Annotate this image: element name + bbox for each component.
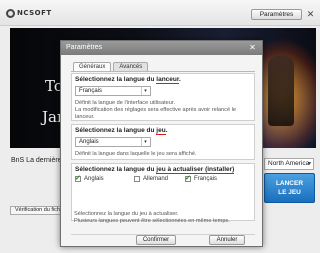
tab-general[interactable]: Généraux <box>73 62 112 71</box>
checkbox-label: Français <box>194 176 218 182</box>
ncsoft-logo: NCSOFT <box>6 8 52 18</box>
checkbox-french-box[interactable] <box>185 174 191 182</box>
checkbox-french[interactable]: Français <box>185 174 218 182</box>
desc-line: Définit la langue de l'interface utilisa… <box>75 100 175 106</box>
cancel-button[interactable]: Annuler <box>209 235 245 245</box>
desc-line: lanceur. <box>75 114 95 120</box>
launch-label-line1: LANCER <box>275 180 304 187</box>
launcher-language-select[interactable]: Français ▾ <box>75 86 151 96</box>
confirm-button[interactable]: Confirmer <box>136 235 176 245</box>
update-language-desc: Sélectionnez la langue du jeu à actualis… <box>74 211 259 225</box>
heading-highlight: lanceur <box>156 76 180 84</box>
launch-label-line2: LE JEU <box>278 189 301 196</box>
launcher-language-value: Français <box>79 88 103 94</box>
tab-advanced[interactable]: Avancés <box>113 62 149 71</box>
heading-suffix: . <box>165 127 168 134</box>
settings-button[interactable]: Paramètres <box>251 9 302 20</box>
tab-divider <box>71 71 255 72</box>
game-language-desc: Définit la langue dans laquelle le jeu s… <box>75 151 197 157</box>
dialog-title: Paramètres <box>61 41 262 55</box>
logo-mark-icon <box>6 8 15 18</box>
heading-highlight: (installer) <box>205 166 235 174</box>
logo-text: NCSOFT <box>17 9 52 17</box>
checkbox-german-box[interactable] <box>134 176 140 182</box>
dialog-close-icon[interactable]: ✕ <box>247 43 258 53</box>
launcher-language-section: Sélectionnez la langue du lanceur. Franç… <box>71 73 255 121</box>
game-language-heading: Sélectionnez la langue du jeu. <box>75 127 168 135</box>
game-language-value: Anglais <box>79 139 99 145</box>
desc-line: Plusieurs langues peuvent être sélection… <box>74 218 230 224</box>
game-language-section: Sélectionnez la langue du jeu. Anglais ▾… <box>71 124 255 160</box>
desc-line: Sélectionnez la langue du jeu à actualis… <box>74 211 179 217</box>
checkbox-label: Anglais <box>84 176 104 182</box>
chevron-down-icon: ▾ <box>141 87 149 95</box>
region-value: North America <box>268 160 310 167</box>
heading-text: Sélectionnez la langue du <box>75 166 157 173</box>
region-select[interactable]: North America ▾ <box>264 158 314 170</box>
heading-highlight: jeu <box>156 127 166 135</box>
heading-mid: à actualiser <box>165 166 206 174</box>
desc-line: La modification des réglages sera effect… <box>75 107 236 113</box>
dialog-tabs: Généraux Avancés <box>73 62 149 71</box>
news-text[interactable]: BnS La dernière v <box>11 157 67 164</box>
checkbox-german[interactable]: Allemand <box>134 176 168 182</box>
launcher-topbar: NCSOFT Paramètres ✕ <box>0 0 320 26</box>
heading-suffix: . <box>179 76 181 83</box>
heading-text: Sélectionnez la langue du <box>75 127 157 134</box>
checkbox-label: Allemand <box>143 176 169 182</box>
chevron-down-icon: ▾ <box>307 161 311 167</box>
launcher-language-desc: Définit la langue de l'interface utilisa… <box>75 100 236 121</box>
chevron-down-icon: ▾ <box>141 138 149 146</box>
heading-text: Sélectionnez la langue du <box>75 76 157 83</box>
heading-highlight: jeu <box>156 166 166 174</box>
launch-game-button[interactable]: LANCER LE JEU <box>264 173 315 203</box>
update-language-heading: Sélectionnez la langue du jeu à actualis… <box>75 166 235 174</box>
game-language-select[interactable]: Anglais ▾ <box>75 137 151 147</box>
checkbox-english[interactable]: Anglais <box>75 174 104 182</box>
close-icon[interactable]: ✕ <box>305 9 316 20</box>
checkbox-english-box[interactable] <box>75 174 81 182</box>
launcher-language-heading: Sélectionnez la langue du lanceur. <box>75 76 181 84</box>
banner-character-art <box>268 56 294 126</box>
settings-dialog: Paramètres ✕ Généraux Avancés Sélectionn… <box>60 40 263 247</box>
